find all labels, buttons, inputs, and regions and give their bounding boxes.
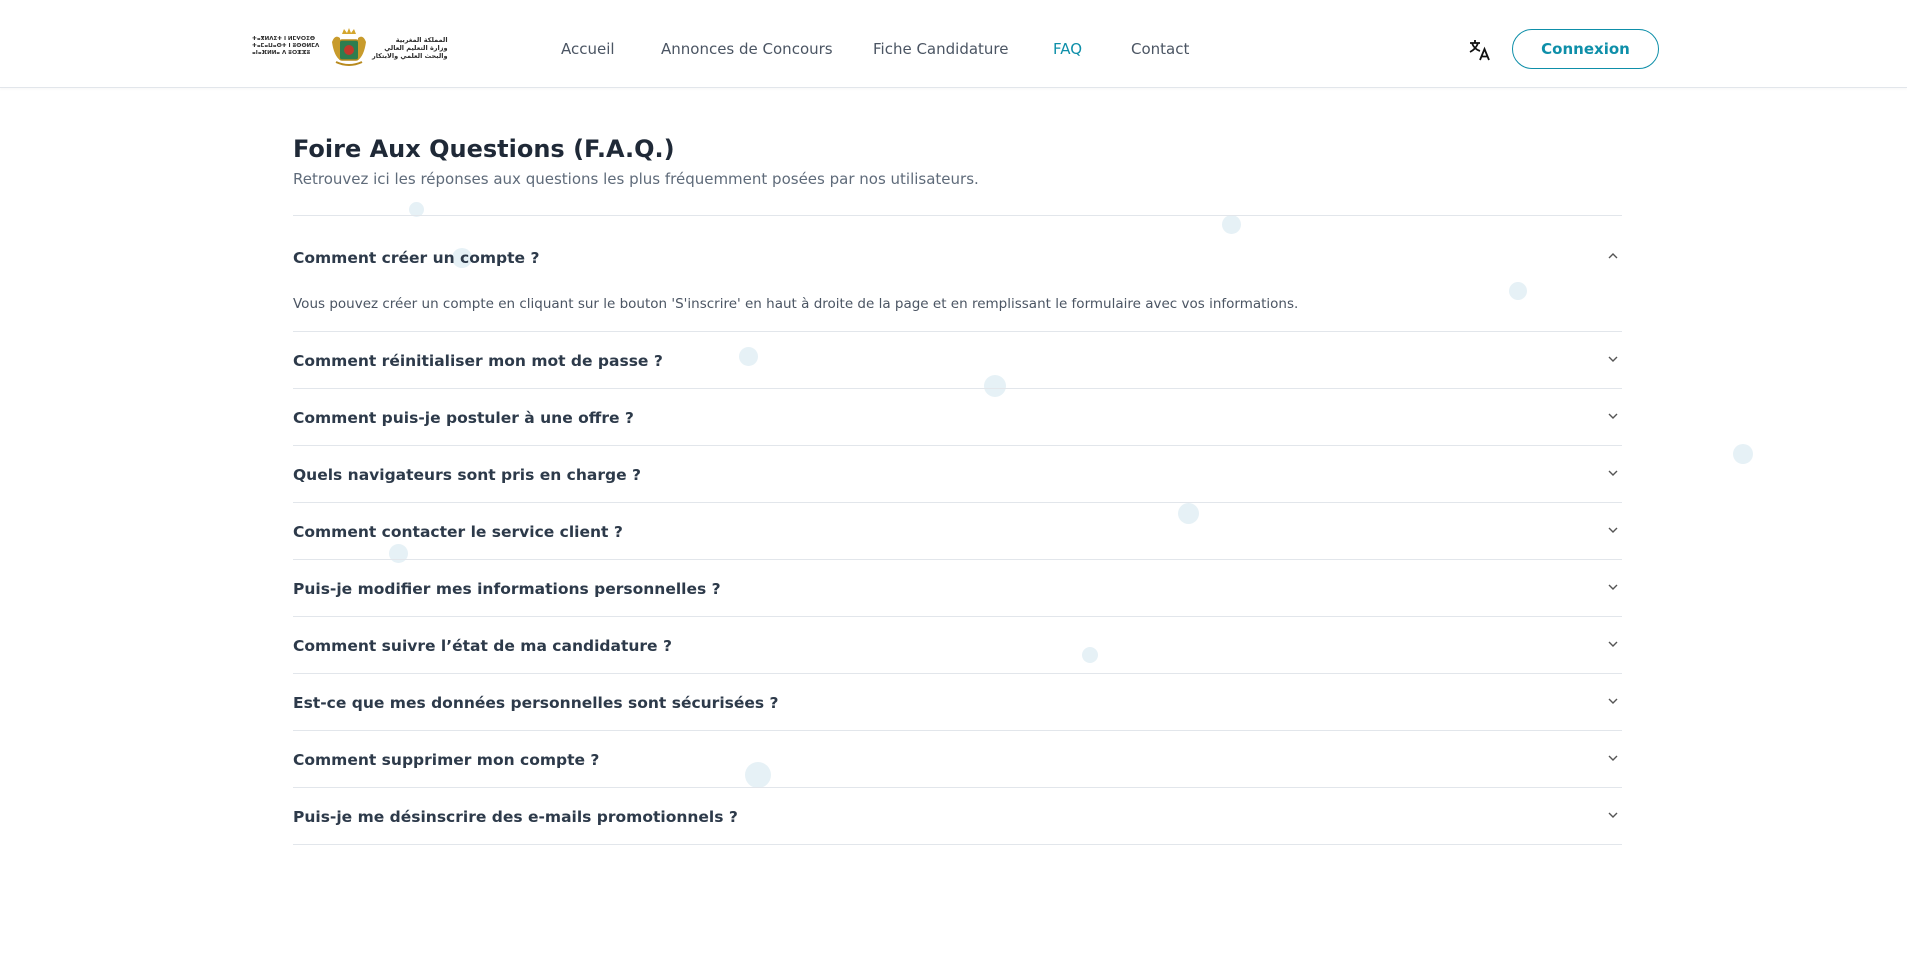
faq-item[interactable]: Comment contacter le service client ? <box>293 503 1622 560</box>
faq-item[interactable]: Comment puis-je postuler à une offre ? <box>293 389 1622 446</box>
faq-item[interactable]: Quels navigateurs sont pris en charge ? <box>293 446 1622 503</box>
faq-question[interactable]: Comment suivre l’état de ma candidature … <box>293 637 672 655</box>
logo-line: والبحث العلمي والابتكار <box>372 52 448 60</box>
faq-item[interactable]: Comment suivre l’état de ma candidature … <box>293 617 1622 674</box>
page-subtitle: Retrouvez ici les réponses aux questions… <box>293 170 979 188</box>
chevron-down-icon[interactable] <box>1606 751 1620 765</box>
logo-line: ⴰⵏⴰⴼⵍⵍⴰ ⴷ ⵓⵔⵣⵣⵓ <box>252 50 311 56</box>
faq-answer: Vous pouvez créer un compte en cliquant … <box>293 296 1299 312</box>
faq-question[interactable]: Comment contacter le service client ? <box>293 523 623 541</box>
faq-question[interactable]: Puis-je me désinscrire des e-mails promo… <box>293 808 738 826</box>
faq-item[interactable]: Puis-je me désinscrire des e-mails promo… <box>293 788 1622 845</box>
faq-question[interactable]: Quels navigateurs sont pris en charge ? <box>293 466 641 484</box>
logo-text-latin: ⵜⴰⴳⵍⴷⵉⵜ ⵏ ⵍⵎⵖⵔⵉⴱ ⵜⴰⵎⴰⵡⴰⵙⵜ ⵏ ⵓⵙⵙⵍⵎⴷ ⴰⵏⴰⴼⵍ… <box>252 36 319 57</box>
chevron-down-icon[interactable] <box>1606 637 1620 651</box>
coat-of-arms-icon <box>332 28 366 66</box>
nav-faq[interactable]: FAQ <box>1053 40 1082 58</box>
faq-item[interactable]: Comment supprimer mon compte ? <box>293 731 1622 788</box>
chevron-up-icon[interactable] <box>1606 249 1620 263</box>
ministry-logo[interactable]: ⵜⴰⴳⵍⴷⵉⵜ ⵏ ⵍⵎⵖⵔⵉⴱ ⵜⴰⵎⴰⵡⴰⵙⵜ ⵏ ⵓⵙⵙⵍⵎⴷ ⴰⵏⴰⴼⵍ… <box>252 26 448 72</box>
top-header: ⵜⴰⴳⵍⴷⵉⵜ ⵏ ⵍⵎⵖⵔⵉⴱ ⵜⴰⵎⴰⵡⴰⵙⵜ ⵏ ⵓⵙⵙⵍⵎⴷ ⴰⵏⴰⴼⵍ… <box>0 0 1907 88</box>
nav-contact[interactable]: Contact <box>1131 40 1189 58</box>
logo-line: المملكة المغربية <box>395 36 448 44</box>
chevron-down-icon[interactable] <box>1606 580 1620 594</box>
logo-line: ⵜⴰⵎⴰⵡⴰⵙⵜ ⵏ ⵓⵙⵙⵍⵎⴷ <box>252 43 320 49</box>
faq-list: Comment créer un compte ? Vous pouvez cr… <box>293 216 1622 845</box>
chevron-down-icon[interactable] <box>1606 352 1620 366</box>
chevron-down-icon[interactable] <box>1606 694 1620 708</box>
faq-item[interactable]: Comment créer un compte ? Vous pouvez cr… <box>293 216 1622 332</box>
chevron-down-icon[interactable] <box>1606 523 1620 537</box>
chevron-down-icon[interactable] <box>1606 808 1620 822</box>
faq-question[interactable]: Est-ce que mes données personnelles sont… <box>293 694 779 712</box>
faq-question[interactable]: Comment supprimer mon compte ? <box>293 751 599 769</box>
chevron-down-icon[interactable] <box>1606 409 1620 423</box>
nav-annonces-de-concours[interactable]: Annonces de Concours <box>661 40 833 58</box>
page-title: Foire Aux Questions (F.A.Q.) <box>293 135 675 163</box>
faq-question[interactable]: Comment créer un compte ? <box>293 249 539 267</box>
chevron-down-icon[interactable] <box>1606 466 1620 480</box>
faq-question[interactable]: Puis-je modifier mes informations person… <box>293 580 721 598</box>
decorative-bubble <box>1733 444 1753 464</box>
faq-item[interactable]: Est-ce que mes données personnelles sont… <box>293 674 1622 731</box>
faq-question[interactable]: Comment puis-je postuler à une offre ? <box>293 409 634 427</box>
faq-item[interactable]: Comment réinitialiser mon mot de passe ? <box>293 332 1622 389</box>
logo-text-arabic: المملكة المغربية وزارة التعليم العالي وا… <box>372 36 448 60</box>
faq-question[interactable]: Comment réinitialiser mon mot de passe ? <box>293 352 663 370</box>
login-button[interactable]: Connexion <box>1512 29 1659 69</box>
nav-fiche-candidature[interactable]: Fiche Candidature <box>873 40 1008 58</box>
faq-item[interactable]: Puis-je modifier mes informations person… <box>293 560 1622 617</box>
logo-line: وزارة التعليم العالي <box>384 44 448 52</box>
translate-icon[interactable] <box>1467 37 1493 63</box>
logo-line: ⵜⴰⴳⵍⴷⵉⵜ ⵏ ⵍⵎⵖⵔⵉⴱ <box>252 36 316 42</box>
nav-accueil[interactable]: Accueil <box>561 40 615 58</box>
